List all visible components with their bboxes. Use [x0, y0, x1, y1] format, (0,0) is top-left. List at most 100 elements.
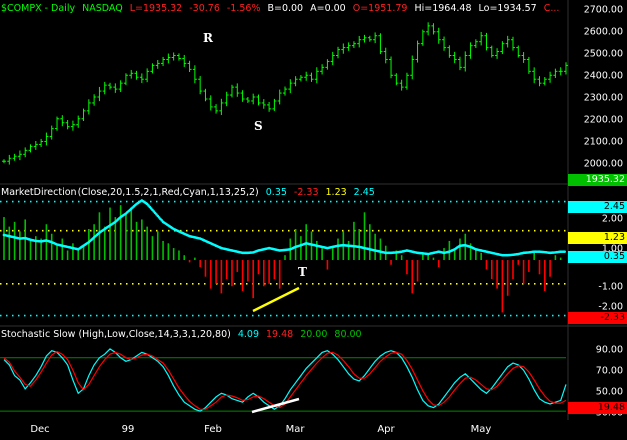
price-bar: [495, 48, 500, 59]
price-bar: [500, 41, 505, 55]
price-bar: [33, 140, 38, 150]
price-bars: [2, 22, 568, 165]
price-bar: [553, 68, 558, 78]
md-header: MarketDirection(Close,20,1.5,2,1,Red,Cya…: [1, 187, 382, 198]
price-bar: [309, 72, 314, 82]
stochastic-divergence-trendline[interactable]: [251, 397, 300, 414]
price-bar: [367, 35, 372, 42]
price-bar: [277, 89, 282, 105]
price-header: $COMPX - Daily NASDAQ L=1935.32 -30.76 -1.56…: [1, 3, 566, 14]
price-bar: [7, 154, 12, 165]
price-bar: [532, 67, 537, 84]
price-bar: [65, 120, 70, 130]
price-bar: [298, 75, 303, 82]
chart-canvas[interactable]: [0, 0, 627, 440]
price-bar: [224, 91, 229, 107]
md-value-3: 1.23: [325, 187, 347, 198]
price-bar: [86, 99, 91, 115]
sto-upper-level: 80.00: [334, 329, 362, 340]
price-bar: [272, 98, 277, 111]
price-bar: [373, 32, 378, 44]
price-bar: [44, 132, 49, 146]
price-bar: [314, 67, 319, 84]
price-bar: [431, 23, 436, 35]
price-bar: [161, 56, 166, 66]
price-bar: [288, 79, 293, 94]
price-bar: [102, 81, 107, 95]
price-header-bid: B=0.00: [267, 3, 304, 14]
price-bar: [219, 98, 224, 115]
price-bar: [176, 53, 181, 61]
price-bar: [452, 51, 457, 64]
price-bar: [39, 138, 44, 148]
price-bar: [341, 43, 346, 54]
price-bar: [155, 59, 160, 69]
price-bar: [150, 63, 155, 74]
price-bar: [394, 73, 399, 86]
price-bar: [404, 72, 409, 90]
price-axis-tick: 2700.00: [583, 4, 623, 16]
md-value-4: 2.45: [353, 187, 375, 198]
chart-window: $COMPX - Daily NASDAQ L=1935.32 -30.76 -1.56…: [0, 0, 627, 440]
stochastic-lines: [0, 348, 567, 412]
sto-title: Stochastic Slow: [1, 329, 76, 340]
price-header-last: L=1935.32: [129, 3, 183, 14]
price-bar: [468, 42, 473, 59]
price-bar: [123, 73, 128, 86]
price-bar: [166, 53, 171, 64]
price-bar: [505, 35, 510, 48]
panel-separators: [0, 0, 627, 420]
price-bar: [12, 153, 17, 161]
price-bar: [76, 115, 81, 128]
price-bar: [92, 94, 97, 106]
price-bar: [235, 83, 240, 97]
price-bar: [208, 95, 213, 111]
md-axis-tick: -1.00: [598, 281, 623, 293]
price-bar: [415, 40, 420, 63]
md-title: MarketDirection: [1, 187, 77, 198]
price-axis-tick: 2600.00: [583, 26, 623, 38]
x-axis-label: Dec: [30, 424, 50, 435]
trendlines[interactable]: [251, 286, 300, 414]
md-axis-tick: -2.00: [598, 301, 623, 313]
price-header-open: O=1951.79: [352, 3, 408, 14]
price-bar: [489, 45, 494, 58]
sto-d-value: 19.48: [266, 329, 294, 340]
price-bar: [564, 62, 568, 75]
price-bar: [510, 36, 515, 51]
price-header-high: Hi=1964.48: [414, 3, 472, 14]
annotation-turn-t: T: [298, 265, 307, 279]
price-header-change-pct: -1.56%: [226, 3, 261, 14]
price-bar: [304, 71, 309, 81]
price-bar: [346, 42, 351, 51]
x-axis-label: Feb: [204, 424, 222, 435]
md-divergence-trendline[interactable]: [252, 286, 300, 313]
sto-header: Stochastic Slow (High,Low,Close,14,3,3,1,…: [1, 329, 369, 340]
price-bar: [447, 45, 452, 58]
price-bar: [198, 76, 203, 95]
sto-axis-tick: 70.00: [595, 365, 623, 377]
md-box-current: 0.35: [568, 251, 627, 263]
price-bar: [182, 54, 187, 67]
price-bar: [214, 104, 219, 114]
price-bar: [60, 115, 65, 127]
price-bar: [70, 120, 75, 131]
price-bar: [473, 39, 478, 49]
price-bar: [139, 73, 144, 84]
price-axis-tick: 2400.00: [583, 70, 623, 82]
price-bar: [55, 116, 60, 131]
price-header-change: -30.76: [189, 3, 220, 14]
price-bar: [521, 52, 526, 63]
price-bar: [516, 45, 521, 58]
md-params: (Close,20,1.5,2,1,Red,Cyan,1,13,25,2): [77, 187, 259, 198]
price-bar: [436, 27, 441, 44]
md-value-1: 0.35: [265, 187, 287, 198]
price-bar: [336, 46, 341, 59]
price-bar: [251, 93, 256, 105]
price-bar: [479, 32, 484, 46]
x-axis-label: May: [470, 424, 492, 435]
x-axis-label: Apr: [377, 424, 395, 435]
price-axis-tick: 2100.00: [583, 136, 623, 148]
price-bar: [256, 94, 261, 106]
price-bar: [484, 32, 489, 51]
